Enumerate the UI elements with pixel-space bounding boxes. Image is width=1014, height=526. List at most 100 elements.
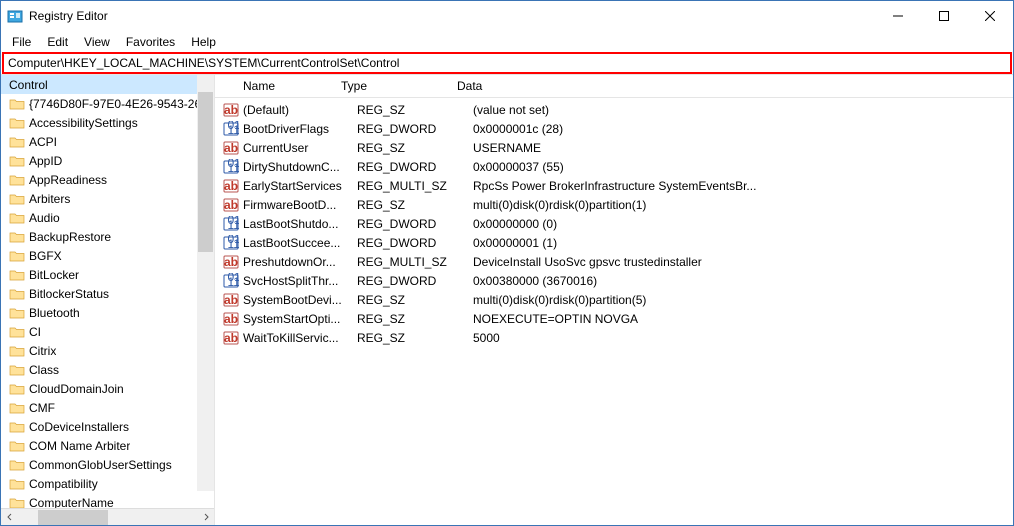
value-row[interactable]: CurrentUserREG_SZUSERNAME [215, 138, 1013, 157]
value-row[interactable]: SystemStartOpti...REG_SZ NOEXECUTE=OPTIN… [215, 309, 1013, 328]
tree-label: CommonGlobUserSettings [29, 458, 172, 472]
tree-item[interactable]: AppReadiness [1, 170, 214, 189]
value-type: REG_DWORD [351, 236, 467, 250]
value-row[interactable]: LastBootSuccee...REG_DWORD0x00000001 (1) [215, 233, 1013, 252]
tree-label: CMF [29, 401, 55, 415]
value-row[interactable]: SvcHostSplitThr...REG_DWORD0x00380000 (3… [215, 271, 1013, 290]
value-row[interactable]: DirtyShutdownC...REG_DWORD0x00000037 (55… [215, 157, 1013, 176]
string-value-icon [223, 197, 239, 213]
string-value-icon [223, 292, 239, 308]
tree-item[interactable]: ACPI [1, 132, 214, 151]
tree-item[interactable]: CommonGlobUserSettings [1, 455, 214, 474]
folder-icon [9, 420, 25, 434]
tree-vertical-scrollbar[interactable] [197, 75, 214, 491]
tree-item[interactable]: BGFX [1, 246, 214, 265]
binary-value-icon [223, 121, 239, 137]
tree-label: Class [29, 363, 59, 377]
tree-item[interactable]: CoDeviceInstallers [1, 417, 214, 436]
tree-label: CloudDomainJoin [29, 382, 124, 396]
tree-item[interactable]: ComputerName [1, 493, 214, 508]
maximize-button[interactable] [921, 1, 967, 31]
value-name: DirtyShutdownC... [243, 160, 351, 174]
folder-icon [9, 496, 25, 509]
tree-item[interactable]: CI [1, 322, 214, 341]
tree-label: ComputerName [29, 496, 114, 509]
value-row[interactable]: EarlyStartServicesREG_MULTI_SZRpcSs Powe… [215, 176, 1013, 195]
tree-label: Arbiters [29, 192, 70, 206]
tree-item[interactable]: AccessibilitySettings [1, 113, 214, 132]
tree-label: ACPI [29, 135, 57, 149]
value-name: (Default) [243, 103, 351, 117]
tree-label: BitlockerStatus [29, 287, 109, 301]
tree-item[interactable]: Class [1, 360, 214, 379]
value-data: multi(0)disk(0)rdisk(0)partition(5) [467, 293, 1013, 307]
folder-icon [9, 306, 25, 320]
close-icon [985, 11, 995, 21]
value-row[interactable]: SystemBootDevi...REG_SZmulti(0)disk(0)rd… [215, 290, 1013, 309]
value-row[interactable]: BootDriverFlagsREG_DWORD0x0000001c (28) [215, 119, 1013, 138]
folder-icon [9, 230, 25, 244]
menu-edit[interactable]: Edit [40, 33, 75, 51]
tree-item[interactable]: Bluetooth [1, 303, 214, 322]
value-name: PreshutdownOr... [243, 255, 351, 269]
menu-help[interactable]: Help [184, 33, 223, 51]
value-data: DeviceInstall UsoSvc gpsvc trustedinstal… [467, 255, 1013, 269]
tree-item-selected[interactable]: Control [1, 75, 214, 94]
value-data: multi(0)disk(0)rdisk(0)partition(1) [467, 198, 1013, 212]
value-data: 0x00380000 (3670016) [467, 274, 1013, 288]
list-header: Name Type Data [215, 75, 1013, 98]
tree-label: Bluetooth [29, 306, 80, 320]
window-title: Registry Editor [29, 9, 108, 23]
binary-value-icon [223, 216, 239, 232]
value-row[interactable]: FirmwareBootD...REG_SZmulti(0)disk(0)rdi… [215, 195, 1013, 214]
column-header-data[interactable]: Data [451, 79, 1013, 93]
tree-item[interactable]: Compatibility [1, 474, 214, 493]
value-data: (value not set) [467, 103, 1013, 117]
tree-horizontal-scrollbar[interactable] [1, 508, 214, 525]
value-name: SystemBootDevi... [243, 293, 351, 307]
string-value-icon [223, 102, 239, 118]
titlebar[interactable]: Registry Editor [1, 1, 1013, 31]
close-button[interactable] [967, 1, 1013, 31]
tree-item[interactable]: COM Name Arbiter [1, 436, 214, 455]
value-name: CurrentUser [243, 141, 351, 155]
folder-icon [9, 325, 25, 339]
minimize-button[interactable] [875, 1, 921, 31]
tree-item[interactable]: CMF [1, 398, 214, 417]
column-header-type[interactable]: Type [335, 79, 451, 93]
scrollbar-thumb[interactable] [198, 92, 213, 252]
value-name: LastBootSuccee... [243, 236, 351, 250]
tree-item[interactable]: BitlockerStatus [1, 284, 214, 303]
value-type: REG_SZ [351, 312, 467, 326]
string-value-icon [223, 254, 239, 270]
tree-label: BitLocker [29, 268, 79, 282]
column-header-name[interactable]: Name [215, 79, 335, 93]
folder-icon [9, 135, 25, 149]
tree-label: Citrix [29, 344, 56, 358]
tree-item[interactable]: BitLocker [1, 265, 214, 284]
value-row[interactable]: PreshutdownOr...REG_MULTI_SZDeviceInstal… [215, 252, 1013, 271]
tree-item[interactable]: Arbiters [1, 189, 214, 208]
tree-item[interactable]: CloudDomainJoin [1, 379, 214, 398]
address-bar[interactable]: Computer\HKEY_LOCAL_MACHINE\SYSTEM\Curre… [2, 52, 1012, 74]
scrollbar-thumb[interactable] [38, 510, 108, 525]
scroll-right-icon[interactable] [197, 509, 214, 526]
menu-favorites[interactable]: Favorites [119, 33, 182, 51]
tree-item[interactable]: {7746D80F-97E0-4E26-9543-26B41 [1, 94, 214, 113]
scroll-left-icon[interactable] [1, 509, 18, 526]
value-row[interactable]: LastBootShutdo...REG_DWORD0x00000000 (0) [215, 214, 1013, 233]
registry-editor-window: Registry Editor File Edit View Favorites… [0, 0, 1014, 526]
folder-icon [9, 363, 25, 377]
tree-label: BackupRestore [29, 230, 111, 244]
maximize-icon [939, 11, 949, 21]
value-row[interactable]: (Default)REG_SZ(value not set) [215, 100, 1013, 119]
tree-item[interactable]: Citrix [1, 341, 214, 360]
value-row[interactable]: WaitToKillServic...REG_SZ5000 [215, 328, 1013, 347]
menu-view[interactable]: View [77, 33, 117, 51]
menu-file[interactable]: File [5, 33, 38, 51]
tree-item[interactable]: BackupRestore [1, 227, 214, 246]
tree-label: Audio [29, 211, 60, 225]
tree-item[interactable]: AppID [1, 151, 214, 170]
tree-item[interactable]: Audio [1, 208, 214, 227]
folder-icon [9, 97, 25, 111]
